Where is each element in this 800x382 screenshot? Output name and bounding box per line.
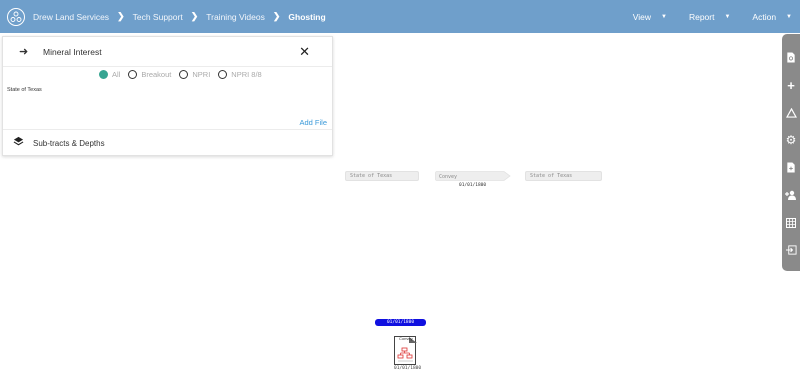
radio-label: NPRI bbox=[192, 70, 211, 79]
caret-down-icon: ▼ bbox=[724, 13, 731, 20]
top-bar: Drew Land Services ❯ Tech Support ❯ Trai… bbox=[0, 0, 800, 33]
conveyance-node[interactable]: Convey bbox=[435, 171, 511, 181]
caret-down-icon: ▼ bbox=[661, 13, 667, 20]
conveyance-date: 01/01/1800 bbox=[459, 183, 487, 188]
file-add-icon[interactable] bbox=[782, 154, 800, 182]
view-menu[interactable]: View ▼ bbox=[633, 12, 667, 22]
arrow-right-icon: ➜ bbox=[19, 46, 29, 58]
date-badge[interactable]: 01/01/1800 bbox=[375, 319, 426, 326]
chevron-right-icon: ❯ bbox=[190, 11, 199, 21]
action-menu-label: Action bbox=[752, 11, 777, 22]
radio-label: NPRI 8/8 bbox=[231, 70, 262, 79]
panel-title: Mineral Interest bbox=[43, 46, 102, 57]
grid-icon[interactable] bbox=[782, 209, 800, 237]
radio-npri[interactable] bbox=[179, 70, 189, 79]
subtracts-title: Sub-tracts & Depths bbox=[33, 138, 105, 148]
report-menu[interactable]: Report ▼ bbox=[689, 12, 730, 22]
plus-icon[interactable]: + bbox=[782, 72, 800, 100]
breadcrumb-current: Ghosting bbox=[288, 11, 326, 22]
radio-npri-8-8[interactable] bbox=[218, 70, 228, 79]
interest-filter: All Breakout NPRI NPRI 8/8 bbox=[93, 70, 264, 79]
breadcrumb: Drew Land Services ❯ Tech Support ❯ Trai… bbox=[33, 11, 326, 22]
region-label: State of Texas bbox=[7, 87, 42, 93]
layers-icon bbox=[13, 136, 27, 150]
document-label: Convey bbox=[399, 336, 413, 341]
gear-icon[interactable]: ⚙ bbox=[782, 127, 800, 155]
chevron-right-icon: ❯ bbox=[272, 11, 281, 21]
radio-label: All bbox=[112, 70, 121, 79]
report-menu-label: Report bbox=[688, 11, 715, 22]
warning-triangle-icon[interactable] bbox=[782, 99, 800, 127]
close-icon[interactable]: ✕ bbox=[299, 44, 310, 60]
right-toolbar: + ⚙ bbox=[782, 34, 800, 271]
chevron-right-icon: ❯ bbox=[117, 11, 125, 21]
radio-label: Breakout bbox=[141, 70, 172, 79]
top-menus: View ▼ Report ▼ Action ▼ bbox=[633, 0, 800, 33]
grantor-node[interactable]: State of Texas bbox=[345, 171, 419, 181]
radio-breakout[interactable] bbox=[128, 70, 138, 79]
action-menu[interactable]: Action ▼ bbox=[752, 12, 792, 22]
add-user-icon[interactable] bbox=[782, 182, 800, 210]
mineral-interest-panel: ➜ Mineral Interest ✕ All Breakout NPRI N… bbox=[2, 36, 333, 156]
grantee-node[interactable]: State of Texas bbox=[525, 171, 602, 181]
document-search-icon[interactable] bbox=[782, 44, 800, 72]
document-date: 01/01/1800 bbox=[394, 366, 422, 371]
radio-all[interactable] bbox=[99, 70, 108, 79]
breadcrumb-item[interactable]: Training Videos bbox=[206, 12, 265, 22]
subtracts-section[interactable]: Sub-tracts & Depths bbox=[3, 129, 332, 156]
breadcrumb-item[interactable]: Drew Land Services bbox=[33, 12, 109, 22]
add-file-link[interactable]: Add File bbox=[299, 118, 327, 127]
view-menu-label: View bbox=[632, 11, 651, 22]
panel-header: ➜ Mineral Interest ✕ bbox=[3, 37, 332, 67]
breadcrumb-item[interactable]: Tech Support bbox=[133, 12, 183, 22]
caret-down-icon: ▼ bbox=[786, 13, 792, 20]
exit-icon[interactable] bbox=[782, 237, 800, 265]
network-circle-icon[interactable] bbox=[7, 7, 25, 26]
conveyance-label: Convey bbox=[439, 174, 457, 180]
